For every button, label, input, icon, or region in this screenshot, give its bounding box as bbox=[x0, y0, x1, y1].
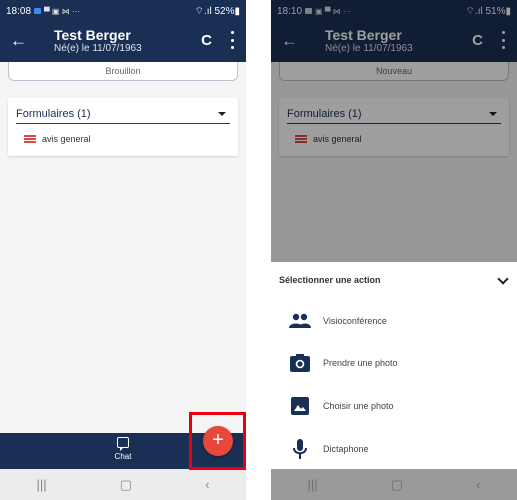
modal-scrim[interactable] bbox=[271, 0, 517, 262]
forms-dropdown[interactable]: Formulaires (1) bbox=[16, 106, 230, 124]
camera-icon bbox=[289, 352, 311, 374]
list-icon bbox=[24, 135, 36, 143]
action-sheet-title: Sélectionner une action bbox=[279, 275, 381, 285]
microphone-icon bbox=[289, 438, 311, 460]
image-icon bbox=[289, 395, 311, 417]
status-notifications: ▀ ▣ ⋈ ··· bbox=[44, 6, 80, 16]
chat-tab[interactable]: Chat bbox=[110, 437, 136, 461]
chevron-down-icon[interactable] bbox=[497, 273, 509, 285]
more-vert-icon[interactable] bbox=[230, 31, 234, 49]
action-dictaphone[interactable]: Dictaphone bbox=[271, 434, 517, 464]
forms-card: Formulaires (1) avis general bbox=[8, 98, 238, 156]
people-icon bbox=[289, 310, 311, 332]
action-label: Visioconférence bbox=[323, 316, 387, 326]
status-time: 18:08 bbox=[6, 5, 32, 17]
status-signal-battery: ⌔.ıl 52%▮ bbox=[194, 5, 240, 17]
dropdown-arrow-icon bbox=[218, 112, 226, 116]
fab-highlight-box: + bbox=[189, 412, 246, 470]
patient-name: Test Berger bbox=[54, 27, 131, 43]
action-sheet: Sélectionner une action Visioconférence … bbox=[271, 262, 517, 469]
action-label: Dictaphone bbox=[323, 444, 369, 454]
chat-icon bbox=[117, 437, 129, 451]
screen-action-sheet: 18:10 ▣ ▀ ⋈ ··· ⌔.ıl 51%▮ ← Test Berger … bbox=[271, 0, 517, 500]
screen-draft: 18:08 ▀ ▣ ⋈ ··· ⌔.ıl 52%▮ ← Test Berger … bbox=[0, 0, 246, 500]
notification-icon bbox=[34, 8, 42, 14]
recent-apps-button[interactable]: ||| bbox=[308, 477, 318, 492]
action-visioconference[interactable]: Visioconférence bbox=[271, 306, 517, 336]
system-back-button[interactable]: ‹ bbox=[476, 477, 480, 492]
system-back-button[interactable]: ‹ bbox=[205, 477, 209, 492]
action-choose-photo[interactable]: Choisir une photo bbox=[271, 391, 517, 421]
patient-birthdate: Né(e) le 11/07/1963 bbox=[54, 43, 142, 54]
add-action-button[interactable]: + bbox=[203, 426, 233, 456]
recent-apps-button[interactable]: ||| bbox=[37, 477, 47, 492]
form-item-name: avis general bbox=[42, 134, 91, 144]
chat-tab-label: Chat bbox=[114, 452, 132, 461]
system-navigation-bar: ||| ▢ ‹ bbox=[271, 469, 517, 500]
refresh-icon[interactable]: C bbox=[201, 31, 212, 51]
action-label: Prendre une photo bbox=[323, 358, 398, 368]
form-item[interactable]: avis general bbox=[24, 132, 91, 146]
status-bar: 18:08 ▀ ▣ ⋈ ··· ⌔.ıl 52%▮ bbox=[0, 0, 246, 22]
back-arrow-icon[interactable]: ← bbox=[10, 31, 27, 51]
home-button[interactable]: ▢ bbox=[120, 477, 132, 493]
record-status-tab[interactable]: Brouillon bbox=[8, 62, 238, 81]
action-take-photo[interactable]: Prendre une photo bbox=[271, 348, 517, 378]
system-navigation-bar: ||| ▢ ‹ bbox=[0, 469, 246, 500]
forms-dropdown-label: Formulaires (1) bbox=[16, 108, 91, 120]
app-bar: ← Test Berger Né(e) le 11/07/1963 C bbox=[0, 22, 246, 62]
home-button[interactable]: ▢ bbox=[391, 477, 403, 493]
action-label: Choisir une photo bbox=[323, 401, 394, 411]
